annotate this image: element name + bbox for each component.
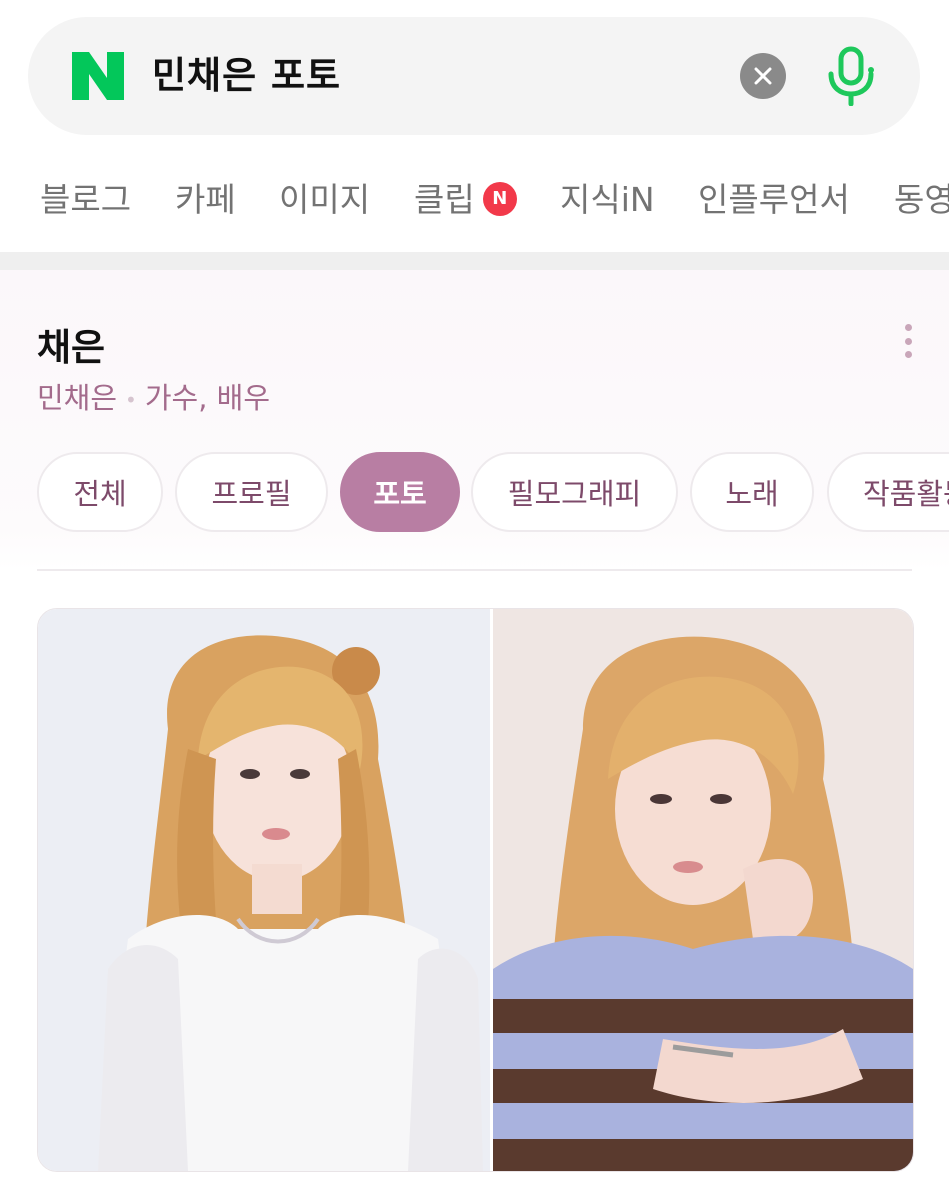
chip-works[interactable]: 작품활동	[827, 452, 949, 532]
chip-profile[interactable]: 프로필	[175, 452, 328, 532]
tab-cafe[interactable]: 카페	[175, 180, 236, 220]
photo-tile-2[interactable]	[493, 609, 913, 1171]
search-category-tabs: 블로그 카페 이미지 클립 N 지식iN 인플루언서 동영	[0, 170, 949, 230]
person-knowledge-panel: 채은 민채은 • 가수, 배우 전체 프로필 포토 필모그래피 노래 작품활동	[0, 270, 949, 1200]
naver-n-icon	[72, 52, 124, 100]
tab-image[interactable]: 이미지	[279, 180, 370, 220]
chip-all[interactable]: 전체	[37, 452, 163, 532]
more-dot	[904, 324, 912, 331]
person-subtitle: 민채은 • 가수, 배우	[37, 380, 270, 418]
portrait-white-lace-image	[38, 609, 490, 1171]
search-query[interactable]: 민채은 포토	[152, 55, 341, 97]
voice-search-button[interactable]	[823, 45, 879, 107]
tab-kin[interactable]: 지식iN	[560, 180, 655, 220]
more-options-button[interactable]	[898, 324, 918, 358]
chip-songs[interactable]: 노래	[690, 452, 814, 532]
more-dot	[904, 351, 912, 358]
new-badge: N	[482, 181, 517, 216]
tab-clip-label: 클립	[414, 180, 475, 219]
tab-video[interactable]: 동영	[894, 180, 949, 220]
chip-photo[interactable]: 포토	[340, 452, 460, 532]
photo-tile-1[interactable]	[38, 609, 490, 1171]
photo-grid	[37, 608, 914, 1172]
tab-influencer[interactable]: 인플루언서	[698, 180, 850, 220]
panel-chip-bar: 전체 프로필 포토 필모그래피 노래 작품활동	[0, 452, 949, 536]
chip-filmography[interactable]: 필모그래피	[471, 452, 678, 532]
tab-blog[interactable]: 블로그	[40, 180, 131, 220]
tab-clip[interactable]: 클립 N	[414, 180, 517, 220]
panel-divider	[37, 569, 912, 571]
clear-search-button[interactable]	[740, 53, 786, 99]
microphone-icon	[828, 46, 874, 106]
close-icon	[754, 67, 772, 85]
portrait-striped-sweater-image	[493, 609, 913, 1171]
separator-dot: •	[125, 388, 137, 412]
person-name[interactable]: 채은	[37, 326, 105, 370]
person-occupation: 가수, 배우	[144, 381, 271, 415]
person-real-name: 민채은	[37, 381, 118, 415]
naver-logo[interactable]	[72, 52, 124, 100]
search-bar[interactable]: 민채은 포토	[28, 17, 920, 135]
section-divider	[0, 252, 949, 270]
more-dot	[904, 337, 912, 345]
